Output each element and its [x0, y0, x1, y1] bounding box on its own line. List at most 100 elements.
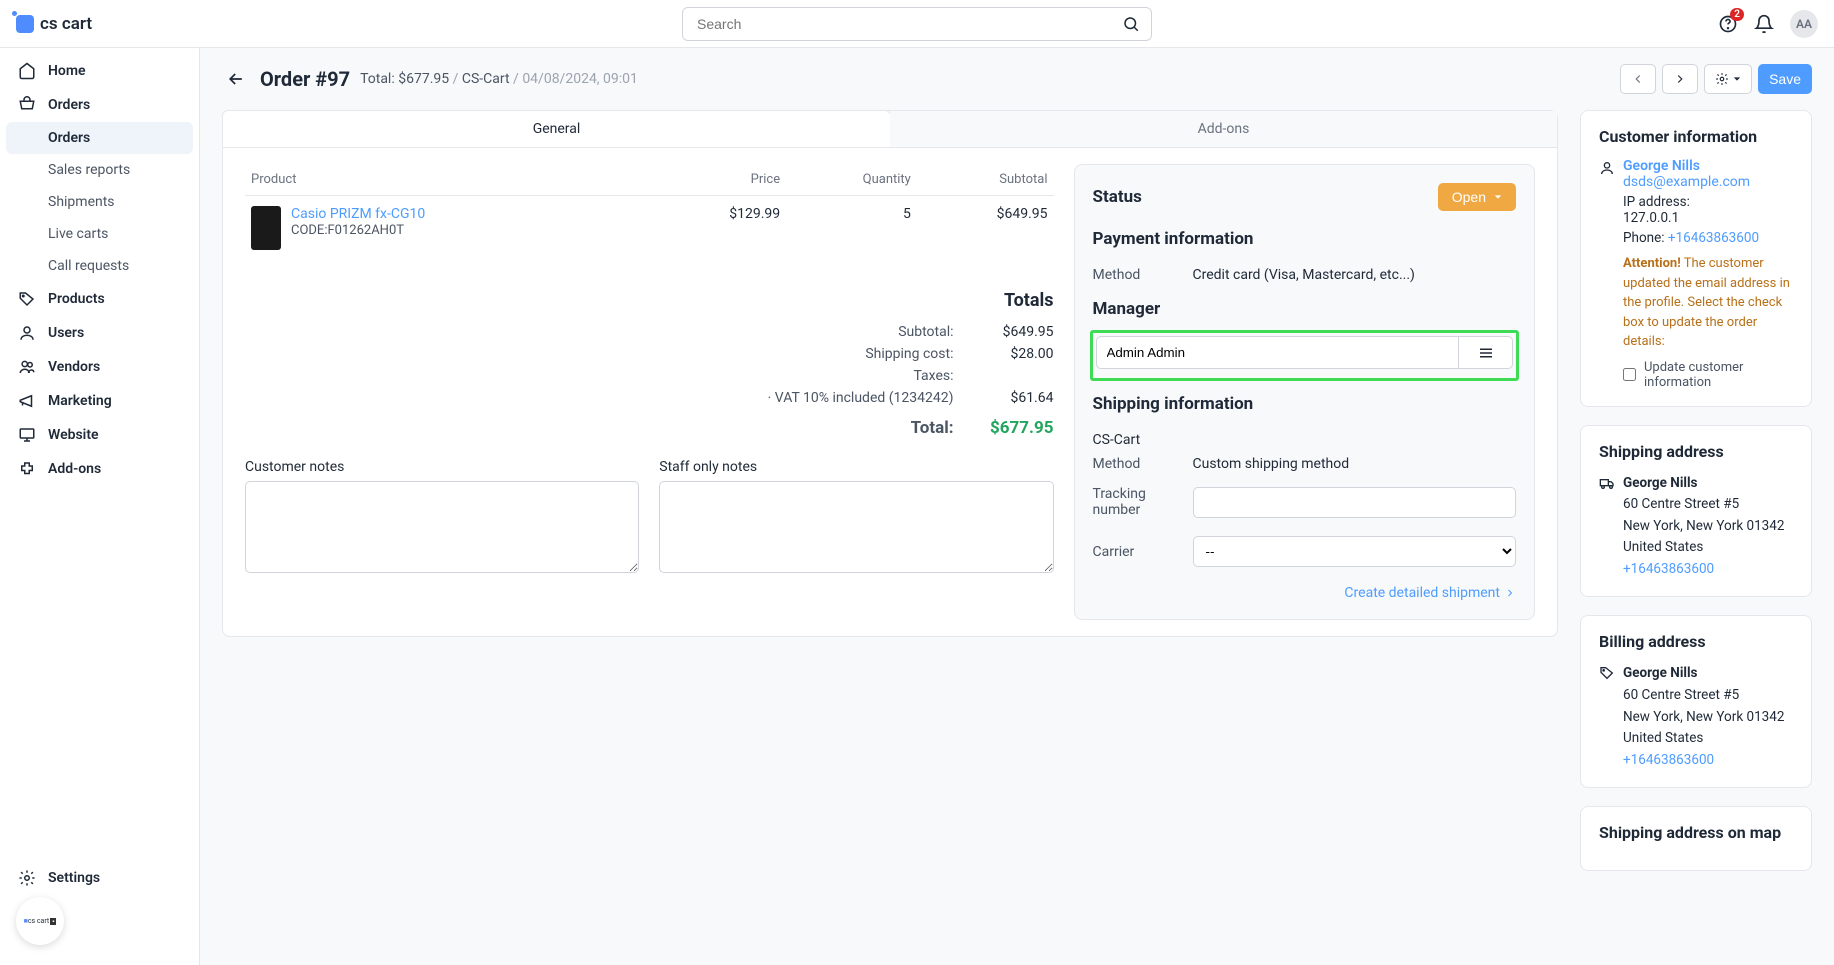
nav-shipments[interactable]: Shipments [0, 186, 199, 218]
cell-subtotal: $649.95 [917, 196, 1054, 261]
person-icon [1599, 160, 1615, 176]
user-icon [18, 324, 36, 342]
bell-icon [1754, 14, 1774, 34]
nav-marketing[interactable]: Marketing [0, 384, 199, 418]
nav-vendors[interactable]: Vendors [0, 350, 199, 384]
search-icon [1122, 15, 1140, 33]
nav-orders-sub[interactable]: Orders [6, 122, 193, 154]
status-heading: Status [1093, 187, 1142, 207]
nav-settings[interactable]: Settings [0, 861, 199, 895]
attention-text: Attention! The customer updated the emai… [1623, 254, 1793, 352]
page-title: Order #97 [260, 67, 350, 91]
topbar-right: 2 AA [1718, 10, 1818, 38]
staff-notes-label: Staff only notes [659, 459, 1053, 475]
tab-addons[interactable]: Add-ons [890, 111, 1557, 147]
prev-order-button[interactable] [1620, 64, 1656, 94]
caret-down-icon [1494, 193, 1502, 201]
truck-icon [1599, 475, 1615, 491]
customer-phone-link[interactable]: +16463863600 [1668, 230, 1759, 246]
update-customer-checkbox[interactable] [1623, 368, 1636, 381]
caret-down-icon [1733, 75, 1741, 83]
shipping-address-card: Shipping address George Nills 60 Centre … [1580, 425, 1812, 598]
search-wrap [682, 7, 1152, 41]
shipping-phone-link[interactable]: +16463863600 [1623, 561, 1714, 577]
staff-notes-input[interactable] [659, 481, 1053, 573]
floating-brand-badge[interactable]: ■cs cart▪ [16, 897, 64, 945]
nav-home-label: Home [48, 63, 86, 79]
settings-dropdown-button[interactable] [1704, 64, 1752, 94]
page-header: Order #97 Total: $677.95 / CS-Cart / 04/… [222, 64, 1812, 94]
manager-input[interactable] [1096, 336, 1460, 369]
main: Order #97 Total: $677.95 / CS-Cart / 04/… [200, 48, 1834, 965]
product-image [251, 206, 281, 250]
nav-call-requests[interactable]: Call requests [0, 250, 199, 282]
product-code: CODE:F01262AH0T [291, 223, 404, 238]
cell-qty: 5 [786, 196, 917, 261]
create-shipment-link[interactable]: Create detailed shipment [1093, 585, 1517, 601]
shipping-source: CS-Cart [1093, 428, 1517, 452]
customer-notes-label: Customer notes [245, 459, 639, 475]
manager-menu-button[interactable] [1459, 336, 1513, 369]
monitor-icon [18, 426, 36, 444]
megaphone-icon [18, 392, 36, 410]
logo[interactable]: cs cart [16, 14, 92, 34]
billing-phone-link[interactable]: +16463863600 [1623, 752, 1714, 768]
nav-sales-reports[interactable]: Sales reports [0, 154, 199, 186]
map-card: Shipping address on map [1580, 806, 1812, 871]
home-icon [18, 62, 36, 80]
arrow-left-icon [226, 69, 246, 89]
customer-name-link[interactable]: George Nills [1623, 158, 1700, 174]
nav-home[interactable]: Home [0, 54, 199, 88]
back-button[interactable] [222, 65, 250, 93]
help-button[interactable]: 2 [1718, 14, 1738, 34]
customer-notes-input[interactable] [245, 481, 639, 573]
product-link[interactable]: Casio PRIZM fx-CG10 [291, 206, 425, 222]
right-rail: Customer information George Nills dsds@e… [1580, 110, 1812, 889]
nav-products[interactable]: Products [0, 282, 199, 316]
totals-heading: Totals [245, 290, 1054, 311]
nav-users[interactable]: Users [0, 316, 199, 350]
gear-icon [18, 869, 36, 887]
avatar[interactable]: AA [1790, 10, 1818, 38]
customer-info-card: Customer information George Nills dsds@e… [1580, 110, 1812, 407]
nav-orders-label: Orders [48, 97, 90, 113]
tracking-input[interactable] [1193, 487, 1517, 518]
col-product: Product [245, 164, 650, 196]
nav-orders[interactable]: Orders [0, 88, 199, 122]
chevron-right-icon [1504, 587, 1516, 599]
bell-button[interactable] [1754, 14, 1774, 34]
notif-badge: 2 [1730, 8, 1744, 21]
manager-heading: Manager [1093, 299, 1517, 319]
cell-price: $129.99 [650, 196, 787, 261]
chevron-left-icon [1631, 72, 1645, 86]
nav-live-carts[interactable]: Live carts [0, 218, 199, 250]
table-row: Casio PRIZM fx-CG10 CODE:F01262AH0T $129… [245, 196, 1054, 261]
carrier-select[interactable]: -- [1193, 536, 1517, 567]
status-dropdown[interactable]: Open [1438, 183, 1516, 211]
next-order-button[interactable] [1662, 64, 1698, 94]
menu-icon [1477, 344, 1495, 362]
tag-icon [1599, 665, 1615, 681]
search-button[interactable] [1118, 11, 1144, 37]
tab-general[interactable]: General [222, 110, 891, 147]
save-button[interactable]: Save [1758, 64, 1812, 94]
logo-icon [16, 15, 34, 33]
manager-highlight [1090, 330, 1520, 381]
search-input[interactable] [682, 7, 1152, 41]
products-table: Product Price Quantity Subtotal [245, 164, 1054, 260]
shipping-heading: Shipping information [1093, 394, 1517, 414]
sidebar: Home Orders Orders Sales reports Shipmen… [0, 48, 200, 965]
col-price: Price [650, 164, 787, 196]
customer-email-link[interactable]: dsds@example.com [1623, 174, 1750, 190]
tag-icon [18, 290, 36, 308]
notes-section: Customer notes Staff only notes [245, 459, 1054, 577]
col-quantity: Quantity [786, 164, 917, 196]
order-side-panel: Status Open Payment information MethodCr… [1074, 164, 1536, 620]
totals: Totals Subtotal:$649.95 Shipping cost:$2… [245, 290, 1054, 441]
billing-address-heading: Billing address [1599, 632, 1793, 651]
nav-website[interactable]: Website [0, 418, 199, 452]
orders-icon [18, 96, 36, 114]
vendors-icon [18, 358, 36, 376]
shipping-address-heading: Shipping address [1599, 442, 1793, 461]
nav-addons[interactable]: Add-ons [0, 452, 199, 486]
